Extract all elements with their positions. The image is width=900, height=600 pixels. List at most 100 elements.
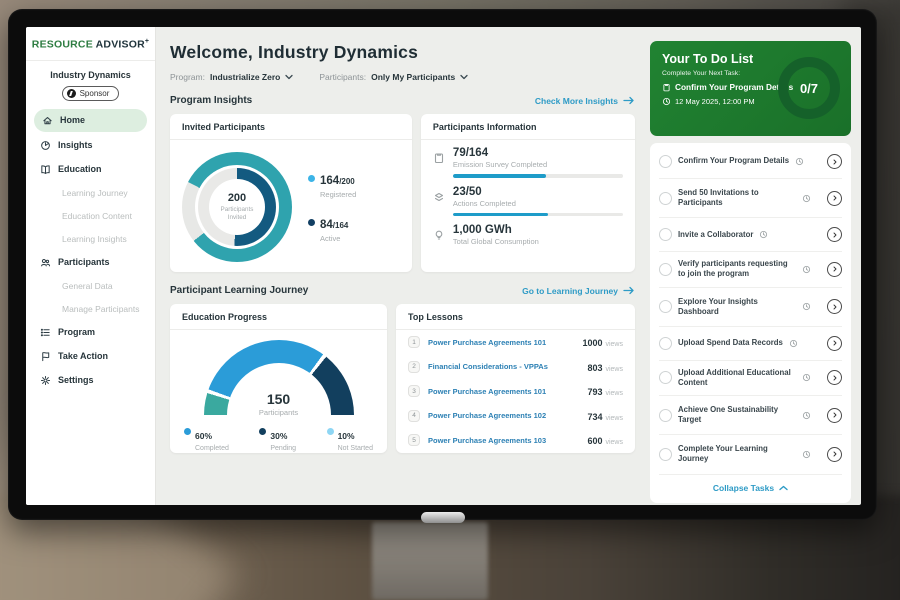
clock-icon: [662, 97, 671, 106]
todo-due-label: 12 May 2025, 12:00 PM: [675, 97, 755, 106]
chevron-right-icon: [831, 158, 839, 166]
learning-journey-header: Participant Learning Journey Go to Learn…: [170, 285, 635, 296]
task-checkbox[interactable]: [659, 371, 672, 384]
sidebar-item-education-content[interactable]: Education Content: [26, 205, 155, 227]
todo-progress-ring: 0/7: [778, 57, 840, 119]
check-more-insights-link[interactable]: Check More Insights: [535, 96, 635, 106]
sidebar-item-learning-insights[interactable]: Learning Insights: [26, 228, 155, 250]
lesson-row: 2 Financial Considerations - VPPAs 803vi…: [396, 355, 635, 380]
task-checkbox[interactable]: [659, 192, 672, 205]
sidebar-item-manage-participants[interactable]: Manage Participants: [26, 298, 155, 320]
home-icon: [42, 115, 53, 126]
sidebar-item-general-data[interactable]: General Data: [26, 275, 155, 297]
task-open-button[interactable]: [827, 191, 842, 206]
legend-label: Not Started: [338, 445, 373, 452]
task-checkbox[interactable]: [659, 155, 672, 168]
learning-journey-cards: Education Progress 150 Participants 60%: [170, 304, 635, 453]
lesson-link[interactable]: Power Purchase Agreements 101: [428, 387, 579, 396]
invited-participants-donut-chart: 200 Participants Invited: [182, 152, 292, 262]
chevron-right-icon: [831, 374, 839, 382]
lesson-views-word: views: [605, 415, 623, 422]
sidebar-item-label: Insights: [58, 140, 93, 150]
chevron-right-icon: [831, 411, 839, 419]
lesson-link[interactable]: Financial Considerations - VPPAs: [428, 362, 579, 371]
legend-total: /200: [339, 177, 355, 186]
task-open-button[interactable]: [827, 336, 842, 351]
participants-icon: [40, 257, 51, 268]
legend-value: 10%: [338, 431, 355, 441]
card-title: Invited Participants: [170, 114, 412, 140]
clock-icon: [795, 157, 804, 166]
task-checkbox[interactable]: [659, 448, 672, 461]
task-label: Achieve One Sustainability Target: [678, 405, 796, 425]
stat-global-consumption: 1,000 GWh Total Global Consumption: [433, 224, 623, 246]
task-label: Invite a Collaborator: [678, 230, 753, 240]
sidebar-item-participants[interactable]: Participants: [26, 251, 155, 274]
lesson-link[interactable]: Power Purchase Agreements 102: [428, 411, 579, 420]
task-open-button[interactable]: [827, 370, 842, 385]
participants-filter-dropdown[interactable]: Participants: Only My Participants: [319, 72, 468, 82]
todo-title: Your To Do List: [662, 52, 798, 66]
task-checkbox[interactable]: [659, 409, 672, 422]
legend-label: Completed: [195, 445, 229, 452]
task-open-button[interactable]: [827, 227, 842, 242]
dashboard-screen: RESOURCE ADVISOR+ Industry Dynamics Spon…: [26, 27, 861, 505]
education-icon: [40, 164, 51, 175]
sidebar-item-program[interactable]: Program: [26, 321, 155, 344]
lesson-rank: 2: [408, 361, 420, 373]
clock-icon: [802, 450, 811, 459]
todo-panel: Your To Do List Complete Your Next Task:…: [647, 27, 861, 505]
lesson-row: 4 Power Purchase Agreements 102 734views: [396, 404, 635, 429]
top-lessons-card: Top Lessons 1 Power Purchase Agreements …: [396, 304, 635, 453]
stat-actions-completed: 23/50 Actions Completed: [433, 186, 623, 217]
task-checkbox[interactable]: [659, 300, 672, 313]
lesson-link[interactable]: Power Purchase Agreements 101: [428, 338, 574, 347]
donut-center-value: 200: [228, 192, 246, 204]
clock-icon: [789, 339, 798, 348]
legend-label: Pending: [270, 445, 296, 452]
sidebar-item-label: Home: [60, 115, 85, 125]
sidebar-item-home[interactable]: Home: [34, 109, 147, 132]
stat-label: Emission Survey Completed: [453, 160, 623, 169]
task-checkbox[interactable]: [659, 228, 672, 241]
logo-secondary: ADVISOR: [96, 39, 145, 51]
task-checkbox[interactable]: [659, 337, 672, 350]
lesson-rank: 3: [408, 385, 420, 397]
program-filter-dropdown[interactable]: Program: Industrialize Zero: [170, 72, 293, 82]
sidebar-item-learning-journey[interactable]: Learning Journey: [26, 182, 155, 204]
task-open-button[interactable]: [827, 447, 842, 462]
program-icon: [40, 327, 51, 338]
stat-value: 1,000 GWh: [453, 224, 623, 236]
app-logo: RESOURCE ADVISOR+: [26, 27, 155, 61]
lesson-link[interactable]: Power Purchase Agreements 103: [428, 436, 579, 445]
collapse-tasks-label: Collapse Tasks: [713, 483, 774, 493]
progress-bar: [453, 213, 623, 217]
stat-emission-survey: 79/164 Emission Survey Completed: [433, 147, 623, 178]
collapse-tasks-link[interactable]: Collapse Tasks: [659, 475, 842, 499]
chevron-right-icon: [831, 231, 839, 239]
logo-plus: +: [145, 38, 149, 45]
sidebar-item-label: Education: [58, 164, 102, 174]
sidebar-item-settings[interactable]: Settings: [26, 369, 155, 392]
task-open-button[interactable]: [827, 154, 842, 169]
chevron-right-icon: [831, 265, 839, 273]
stat-label: Total Global Consumption: [453, 237, 623, 246]
task-open-button[interactable]: [827, 299, 842, 314]
todo-header-card: Your To Do List Complete Your Next Task:…: [650, 41, 851, 136]
clock-icon: [759, 230, 768, 239]
task-row-upload-spend-data: Upload Spend Data Records: [659, 327, 842, 361]
take-action-icon: [40, 351, 51, 362]
sidebar-item-insights[interactable]: Insights: [26, 134, 155, 157]
legend-item-not-started: 10% Not Started: [327, 426, 373, 452]
task-open-button[interactable]: [827, 408, 842, 423]
lesson-row: 1 Power Purchase Agreements 101 1000view…: [396, 330, 635, 355]
legend-item-pending: 30% Pending: [259, 426, 296, 452]
program-filter-value: Industrialize Zero: [210, 72, 280, 82]
sidebar-item-take-action[interactable]: Take Action: [26, 345, 155, 368]
task-open-button[interactable]: [827, 262, 842, 277]
task-checkbox[interactable]: [659, 263, 672, 276]
actions-icon: [433, 191, 445, 203]
sidebar-item-education[interactable]: Education: [26, 158, 155, 181]
go-to-learning-journey-link[interactable]: Go to Learning Journey: [522, 286, 635, 296]
monitor-stand: [372, 522, 488, 600]
